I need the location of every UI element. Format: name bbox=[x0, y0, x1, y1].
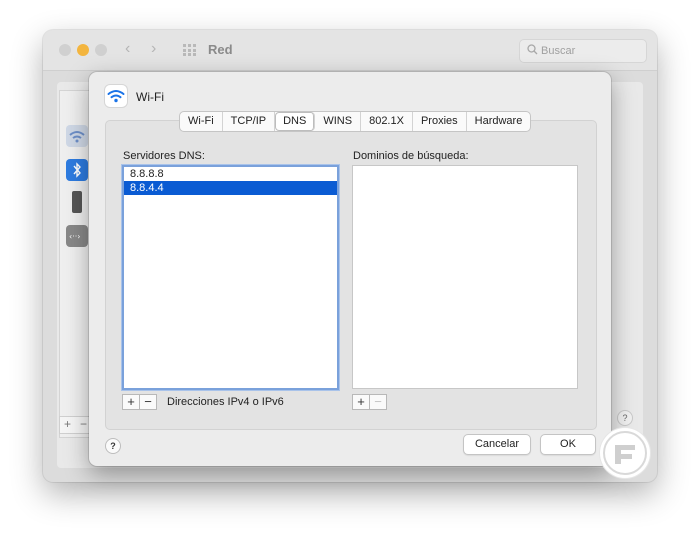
background-help-button[interactable]: ? bbox=[617, 410, 633, 426]
dns-servers-label: Servidores DNS: bbox=[123, 150, 205, 162]
sidebar-item-bluetooth[interactable] bbox=[66, 159, 88, 181]
add-search-domain-button[interactable]: + bbox=[352, 394, 370, 410]
help-button[interactable]: ? bbox=[105, 438, 121, 454]
vpn-icon: ‹··› bbox=[69, 232, 80, 241]
dns-add-remove-controls: + − bbox=[122, 394, 157, 410]
dns-server-row[interactable]: 8.8.8.8 bbox=[124, 167, 337, 181]
dns-server-row-selected[interactable]: 8.8.4.4 bbox=[124, 181, 337, 195]
wifi-advanced-sheet: Wi-Fi Wi-Fi TCP/IP DNS WINS 802.1X Proxi… bbox=[89, 72, 611, 466]
wifi-signal-icon bbox=[107, 90, 125, 103]
zoom-window-button[interactable] bbox=[95, 44, 107, 56]
close-window-button[interactable] bbox=[59, 44, 71, 56]
search-domains-label: Dominios de búsqueda: bbox=[353, 150, 469, 162]
back-arrow-icon[interactable]: ‹ bbox=[125, 40, 130, 58]
remove-search-domain-button[interactable]: − bbox=[370, 394, 387, 410]
watermark-logo bbox=[600, 428, 650, 478]
cancel-button[interactable]: Cancelar bbox=[463, 434, 531, 455]
domain-add-remove-controls: + − bbox=[352, 394, 387, 410]
wifi-icon bbox=[69, 131, 85, 143]
dns-address-hint: Direcciones IPv4 o IPv6 bbox=[167, 396, 284, 408]
search-placeholder: Buscar bbox=[541, 45, 576, 57]
bluetooth-icon bbox=[73, 162, 81, 178]
forward-arrow-icon[interactable]: › bbox=[151, 40, 156, 58]
ok-button[interactable]: OK bbox=[540, 434, 596, 455]
tab-proxies[interactable]: Proxies bbox=[413, 112, 467, 131]
search-field[interactable]: Buscar bbox=[519, 39, 647, 63]
search-icon bbox=[527, 44, 538, 55]
tab-8021x[interactable]: 802.1X bbox=[361, 112, 413, 131]
remove-service-button[interactable]: − bbox=[80, 417, 87, 431]
tab-wifi[interactable]: Wi-Fi bbox=[180, 112, 223, 131]
sidebar-item-wifi[interactable] bbox=[66, 125, 88, 147]
watermark-mark bbox=[603, 431, 647, 475]
grid-icon[interactable] bbox=[183, 44, 197, 56]
window-titlebar: ‹ › Red Buscar bbox=[43, 30, 657, 71]
tab-tcpip[interactable]: TCP/IP bbox=[223, 112, 276, 131]
tab-hardware[interactable]: Hardware bbox=[467, 112, 531, 131]
search-domains-list[interactable] bbox=[352, 165, 578, 389]
sidebar-item-vpn[interactable]: ‹··› bbox=[66, 225, 88, 247]
remove-dns-server-button[interactable]: − bbox=[140, 394, 157, 410]
svg-text:‹··›: ‹··› bbox=[69, 232, 80, 241]
sidebar-item-iphone-usb[interactable] bbox=[72, 191, 82, 213]
tab-dns[interactable]: DNS bbox=[275, 112, 316, 131]
window-title: Red bbox=[208, 42, 233, 57]
tab-wins[interactable]: WINS bbox=[315, 112, 362, 131]
settings-tab-bar: Wi-Fi TCP/IP DNS WINS 802.1X Proxies Har… bbox=[179, 111, 532, 132]
wifi-icon bbox=[105, 85, 127, 107]
dns-servers-list[interactable]: 8.8.8.8 8.8.4.4 bbox=[122, 165, 339, 390]
add-service-button[interactable]: + bbox=[64, 417, 71, 431]
add-dns-server-button[interactable]: + bbox=[122, 394, 140, 410]
sheet-title: Wi-Fi bbox=[136, 90, 164, 104]
minimize-window-button[interactable] bbox=[77, 44, 89, 56]
